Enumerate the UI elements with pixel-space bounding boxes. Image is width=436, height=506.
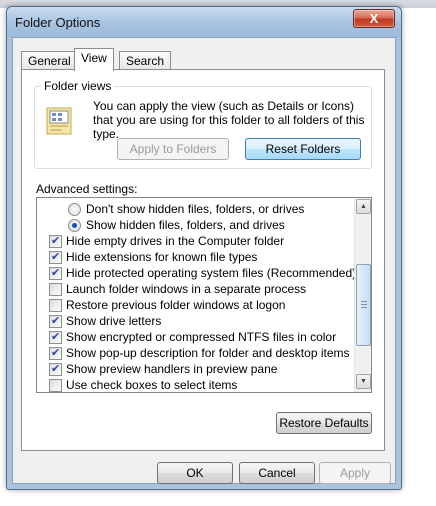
list-item[interactable]: Launch folder windows in a separate proc… <box>37 281 355 297</box>
folder-view-icon <box>46 107 72 135</box>
list-item-label: Show pop-up description for folder and d… <box>66 346 350 360</box>
list-item[interactable]: Hide extensions for known file types <box>37 249 355 265</box>
list-item[interactable]: Hide protected operating system files (R… <box>37 265 357 281</box>
view-tab-panel: Folder views You can apply the view (suc… <box>21 69 385 451</box>
ok-button[interactable]: OK <box>157 462 233 484</box>
list-item-label: Restore previous folder windows at logon <box>66 298 286 312</box>
chevron-up-icon: ▲ <box>360 203 367 210</box>
tab-view-label: View <box>81 51 107 65</box>
dialog-body: General View Search Folder views You can… <box>12 37 396 484</box>
tab-general-label: General <box>28 54 71 68</box>
folder-views-group: Folder views You can apply the view (suc… <box>34 79 372 169</box>
checkbox-hide-empty-drives[interactable] <box>49 234 62 248</box>
checkbox-launch-separate-process[interactable] <box>49 282 62 296</box>
list-item-label: Hide extensions for known file types <box>66 250 258 264</box>
grip-icon <box>361 301 367 309</box>
list-item[interactable]: Show preview handlers in preview pane <box>37 361 355 377</box>
title-bar[interactable]: Folder Options X <box>7 7 401 37</box>
restore-defaults-button[interactable]: Restore Defaults <box>276 412 372 434</box>
folder-views-label: Folder views <box>41 79 115 93</box>
list-item[interactable]: Show drive letters <box>37 313 355 329</box>
list-item-label: Launch folder windows in a separate proc… <box>66 282 307 296</box>
apply-to-folders-button[interactable]: Apply to Folders <box>117 138 229 160</box>
list-item[interactable]: Show hidden files, folders, and drives <box>37 217 355 233</box>
radio-dont-show-hidden[interactable] <box>68 202 81 216</box>
checkbox-hide-extensions[interactable] <box>49 250 62 264</box>
advanced-settings-label: Advanced settings: <box>36 182 138 196</box>
cancel-button[interactable]: Cancel <box>239 462 315 484</box>
tab-general[interactable]: General <box>21 51 78 70</box>
tab-search-label: Search <box>126 54 165 68</box>
advanced-settings-list[interactable]: Don't show hidden files, folders, or dri… <box>36 197 372 393</box>
checkbox-use-check-boxes[interactable] <box>49 378 62 392</box>
list-item[interactable]: Show pop-up description for folder and d… <box>37 345 355 361</box>
list-item[interactable]: Show encrypted or compressed NTFS files … <box>37 329 355 345</box>
list-item[interactable]: Restore previous folder windows at logon <box>37 297 355 313</box>
tab-view[interactable]: View <box>74 48 114 71</box>
list-item-label: Hide protected operating system files (R… <box>66 266 357 280</box>
list-item[interactable]: Don't show hidden files, folders, or dri… <box>37 201 355 217</box>
apply-button[interactable]: Apply <box>319 462 391 484</box>
folder-views-description: You can apply the view (such as Details … <box>93 99 365 141</box>
list-item-label: Show drive letters <box>66 314 162 328</box>
radio-show-hidden[interactable] <box>68 218 81 232</box>
list-item-label: Show encrypted or compressed NTFS files … <box>66 330 337 344</box>
checkbox-show-preview-handlers[interactable] <box>49 362 62 376</box>
list-item[interactable]: Hide empty drives in the Computer folder <box>37 233 355 249</box>
close-button[interactable]: X <box>353 9 395 28</box>
scroll-down-button[interactable]: ▼ <box>356 374 371 389</box>
list-item-label: Use check boxes to select items <box>66 378 238 392</box>
list-item-label: Hide empty drives in the Computer folder <box>66 234 285 248</box>
scroll-up-button[interactable]: ▲ <box>356 199 371 214</box>
list-item[interactable]: Use check boxes to select items <box>37 377 355 392</box>
checkbox-show-drive-letters[interactable] <box>49 314 62 328</box>
close-icon: X <box>369 11 379 26</box>
folder-options-dialog: Folder Options X General View Search Fol… <box>6 6 402 490</box>
list-item-label: Show hidden files, folders, and drives <box>86 218 285 232</box>
scrollbar-thumb[interactable] <box>356 264 371 346</box>
reset-folders-button[interactable]: Reset Folders <box>245 138 361 160</box>
checkbox-restore-previous-windows[interactable] <box>49 298 62 312</box>
list-item-label: Don't show hidden files, folders, or dri… <box>86 202 305 216</box>
tab-search[interactable]: Search <box>119 51 172 70</box>
checkbox-show-ntfs-color[interactable] <box>49 330 62 344</box>
window-title: Folder Options <box>15 15 101 30</box>
list-scrollbar[interactable]: ▲ ▼ <box>354 198 371 392</box>
chevron-down-icon: ▼ <box>360 378 367 385</box>
checkbox-show-popup-description[interactable] <box>49 346 62 360</box>
list-item-label: Show preview handlers in preview pane <box>66 362 278 376</box>
checkbox-hide-protected-os-files[interactable] <box>49 266 62 280</box>
